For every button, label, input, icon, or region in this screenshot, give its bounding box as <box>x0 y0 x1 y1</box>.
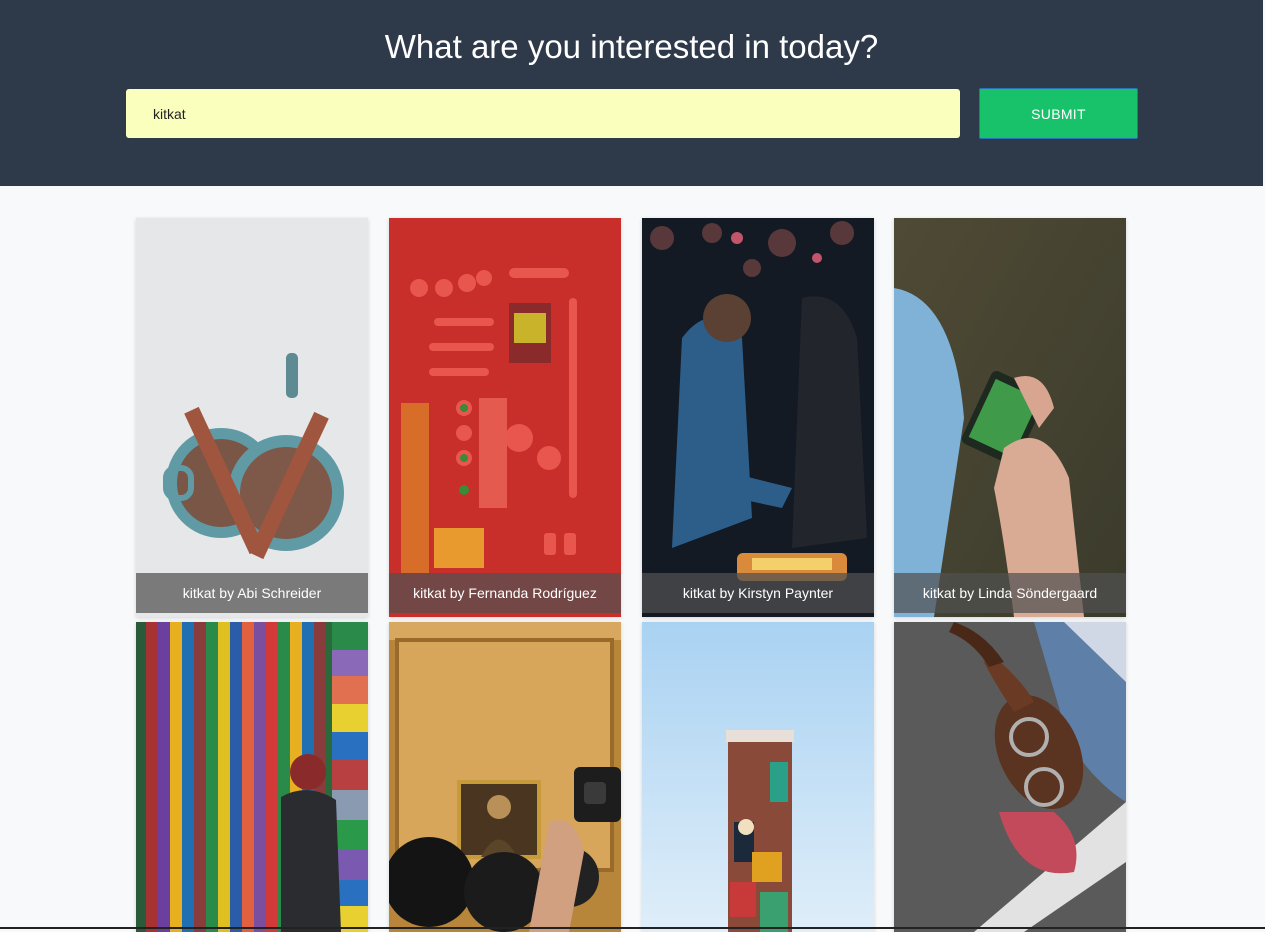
result-caption: kitkat by Linda Söndergaard <box>894 573 1126 613</box>
result-caption: kitkat by Kirstyn Paynter <box>642 573 874 613</box>
result-card[interactable] <box>894 622 1126 932</box>
result-image <box>894 218 1126 617</box>
result-caption: kitkat by Fernanda Rodríguez <box>389 573 621 613</box>
submit-button[interactable]: SUBMIT <box>979 88 1138 139</box>
result-card[interactable] <box>642 622 874 932</box>
result-image <box>136 218 368 617</box>
result-card[interactable]: kitkat by Linda Söndergaard <box>894 218 1126 617</box>
result-card[interactable]: kitkat by Abi Schreider <box>136 218 368 617</box>
search-input[interactable] <box>126 89 960 138</box>
result-image <box>389 218 621 617</box>
result-card[interactable] <box>389 622 621 932</box>
result-image <box>389 622 621 932</box>
result-card[interactable]: kitkat by Kirstyn Paynter <box>642 218 874 617</box>
result-image <box>642 622 874 932</box>
page-title: What are you interested in today? <box>384 28 879 65</box>
result-caption: kitkat by Abi Schreider <box>136 573 368 613</box>
result-image <box>136 622 368 932</box>
result-image <box>642 218 874 617</box>
header: What are you interested in today? SUBMIT <box>0 0 1263 186</box>
result-card[interactable] <box>136 622 368 932</box>
result-card[interactable]: kitkat by Fernanda Rodríguez <box>389 218 621 617</box>
result-image <box>894 622 1126 932</box>
